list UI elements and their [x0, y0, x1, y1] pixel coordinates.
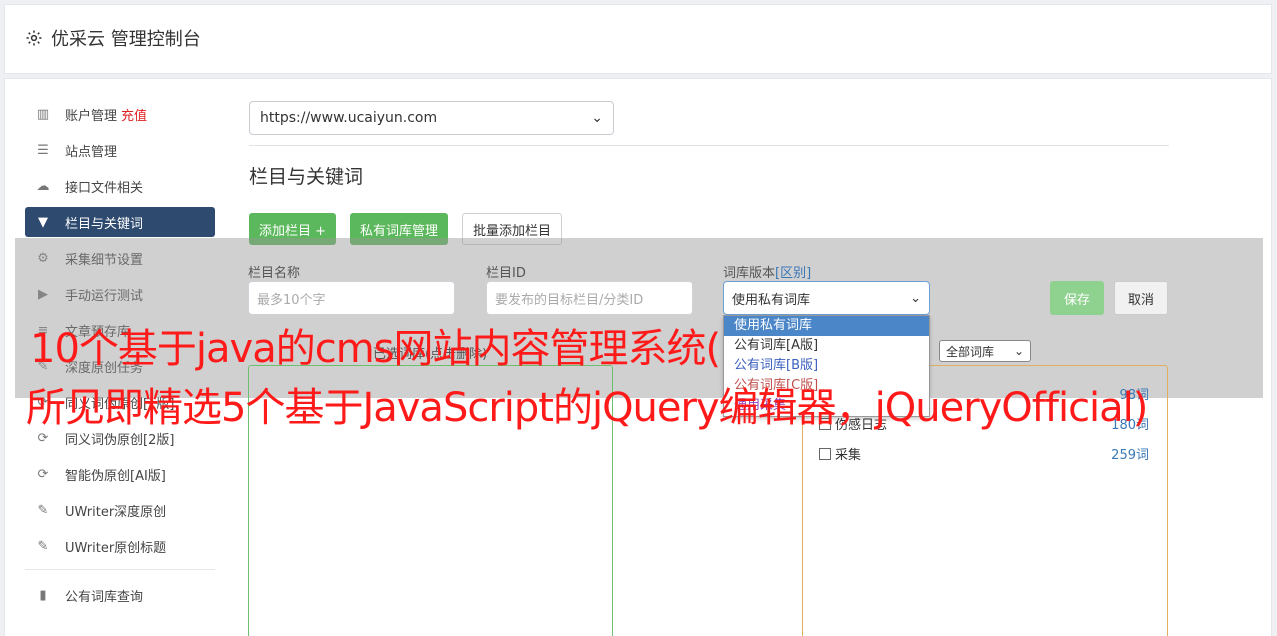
sidebar-item-account[interactable]: ▥ 账户管理 充值: [25, 99, 215, 129]
sidebar-item-label: 站点管理: [65, 144, 118, 160]
lib-name: 采集: [835, 448, 862, 463]
sidebar-item-public-lib[interactable]: ▮ 公有词库查询: [25, 580, 215, 610]
column-id-input[interactable]: 要发布的目标栏目/分类ID: [486, 281, 693, 315]
column-id-label: 栏目ID: [486, 266, 526, 281]
lib-version-select[interactable]: 使用私有词库 ⌄: [723, 281, 930, 315]
lib-version-label-text: 词库版本: [723, 266, 776, 281]
edit-icon: ✎: [37, 538, 49, 554]
sidebar-item-label: 接口文件相关: [65, 180, 144, 196]
sidebar-item-label: 栏目与关键词: [65, 216, 144, 232]
all-libs-select[interactable]: 全部词库 ⌄: [939, 340, 1031, 362]
dropdown-option[interactable]: 使用私有词库: [724, 316, 929, 336]
dropdown-option[interactable]: 公有词库[B版]: [724, 356, 929, 376]
cancel-button[interactable]: 取消: [1114, 281, 1168, 315]
edit-icon: ✎: [37, 502, 49, 518]
dropdown-option[interactable]: 公有词库[A版]: [724, 336, 929, 356]
divider: [249, 145, 1169, 146]
console-header: 优采云 管理控制台: [4, 4, 1272, 74]
site-select[interactable]: https://www.ucaiyun.com ⌄: [249, 101, 614, 135]
banner-line-2: 所见即精选5个基于JavaScript的jQuery编辑器，jQueryOffi…: [26, 385, 1148, 431]
recharge-link[interactable]: 充值: [121, 105, 147, 124]
sidebar-item-columns[interactable]: ▼ 栏目与关键词: [25, 207, 215, 237]
console-title: 优采云 管理控制台: [25, 25, 201, 51]
site-select-value: https://www.ucaiyun.com: [260, 110, 438, 126]
column-name-label: 栏目名称: [248, 266, 301, 281]
chevron-down-icon: ⌄: [910, 290, 921, 306]
section-title: 栏目与关键词: [249, 166, 364, 188]
book-icon: ▮: [39, 587, 47, 603]
bar-chart-icon: ▥: [36, 106, 50, 122]
sidebar-item-interface[interactable]: ☁ 接口文件相关: [25, 171, 215, 201]
sidebar-divider: [25, 569, 215, 570]
all-libs-value: 全部词库: [946, 344, 995, 359]
refresh-icon: ⟳: [37, 466, 49, 482]
lib-count: 259词: [1111, 448, 1149, 463]
version-diff-link[interactable]: [区别]: [775, 266, 811, 281]
refresh-icon: ⟳: [37, 430, 49, 446]
gear-icon: [26, 30, 42, 46]
sidebar-item-label: 账户管理: [65, 108, 118, 124]
sidebar-item-uwriter-title[interactable]: ✎ UWriter原创标题: [25, 531, 215, 561]
sidebar-item-uwriter-original[interactable]: ✎ UWriter深度原创: [25, 495, 215, 525]
console-title-text: 优采云 管理控制台: [51, 29, 201, 50]
lib-version-label: 词库版本[区别]: [723, 262, 811, 281]
cloud-upload-icon: ☁: [36, 178, 50, 194]
sidebar-item-sites[interactable]: ☰ 站点管理: [25, 135, 215, 165]
lib-version-value: 使用私有词库: [732, 292, 811, 308]
sidebar-item-label: 公有词库查询: [65, 589, 144, 605]
save-button[interactable]: 保存: [1050, 281, 1104, 315]
chevron-down-icon: ⌄: [1013, 344, 1024, 358]
content-area: https://www.ucaiyun.com ⌄ 栏目与关键词 添加栏目 + …: [249, 101, 1169, 245]
lib-item[interactable]: 采集 259词: [819, 444, 1149, 463]
server-icon: ☰: [37, 142, 49, 158]
sidebar-item-label: 智能伪原创[AI版]: [65, 468, 166, 484]
sidebar-item-label: UWriter深度原创: [65, 504, 167, 520]
chevron-down-icon: ⌄: [591, 110, 603, 126]
banner-line-1: 10个基于java的cms网站内容管理系统(: [30, 326, 721, 372]
column-name-input[interactable]: 最多10个字: [248, 281, 455, 315]
sidebar-item-label: UWriter原创标题: [65, 540, 167, 556]
filter-icon: ▼: [38, 214, 48, 230]
lib-checkbox[interactable]: [819, 447, 831, 460]
sidebar-item-ai-rewrite[interactable]: ⟳ 智能伪原创[AI版]: [25, 459, 215, 489]
